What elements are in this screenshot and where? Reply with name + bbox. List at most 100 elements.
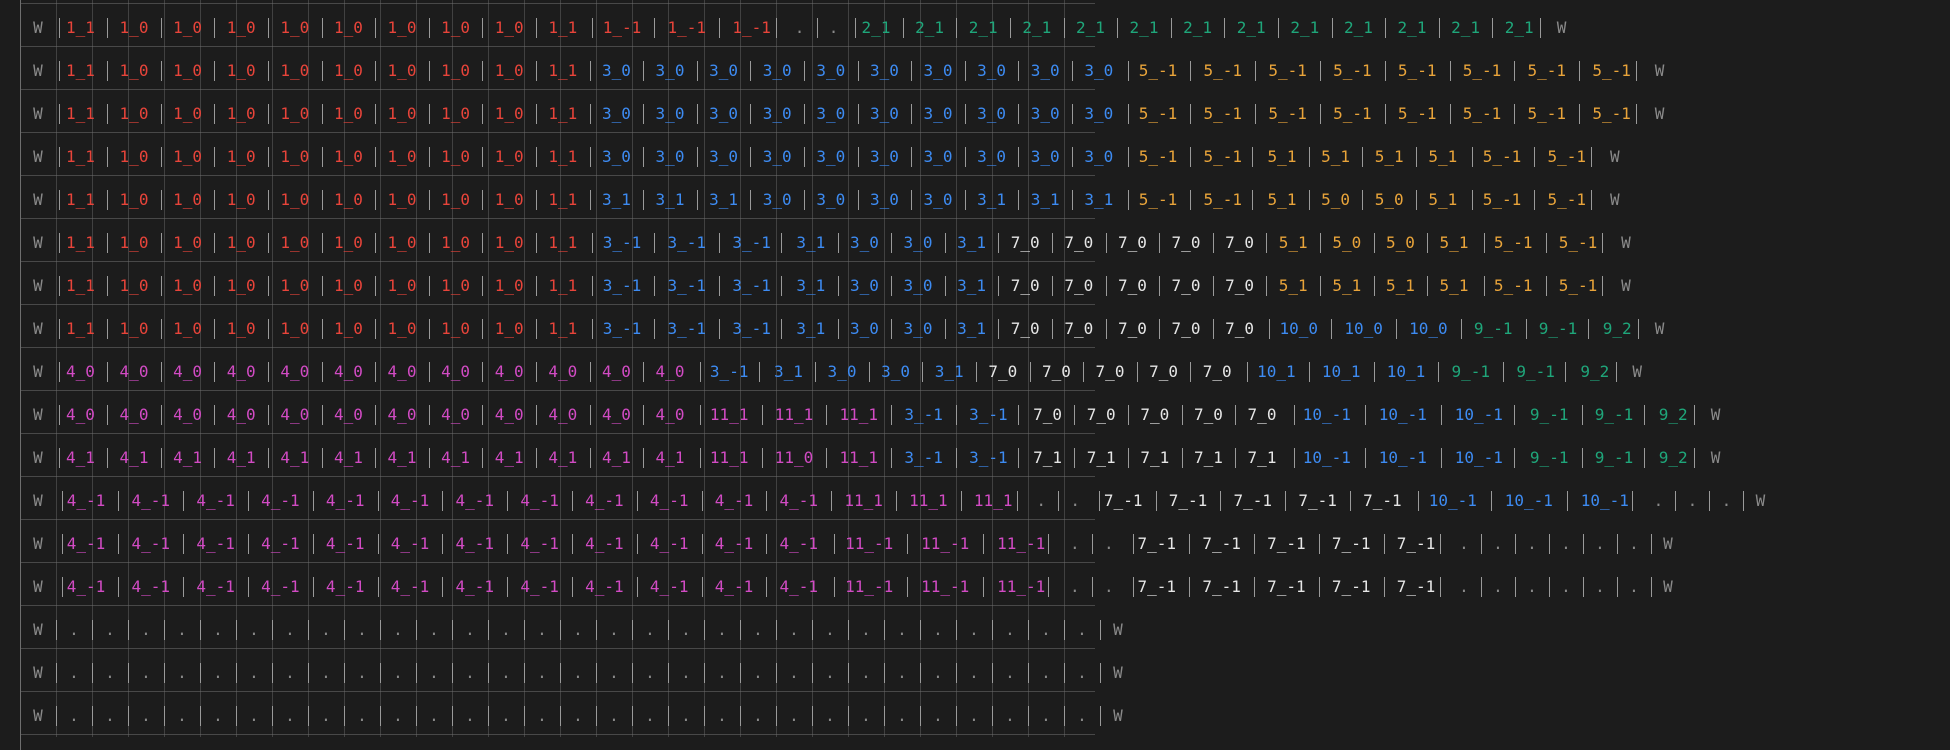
grid-cell: 4_-1 <box>455 491 495 510</box>
cell-separator <box>719 18 720 38</box>
cell-separator <box>702 534 703 554</box>
grid-cell: 4_1 <box>226 448 256 467</box>
cell-separator <box>1651 534 1652 554</box>
grid-cell: 3_0 <box>923 190 953 209</box>
grid-cell: 4_0 <box>226 405 256 424</box>
cell-separator <box>375 61 376 81</box>
grid-cell: 5_-1 <box>1138 104 1178 123</box>
empty-cell: . <box>1721 491 1732 510</box>
empty-cell: . <box>794 18 805 37</box>
grid-cell: 1_1 <box>548 104 578 123</box>
cell-separator <box>59 233 60 253</box>
grid-cell: 4_1 <box>441 448 471 467</box>
cell-separator <box>590 405 591 425</box>
grid-cell: 9_-1 <box>1529 448 1569 467</box>
cell-separator <box>1117 18 1118 38</box>
cell-separator <box>536 448 537 468</box>
cell-separator <box>704 620 705 640</box>
grid-cell: 10_-1 <box>1504 491 1553 510</box>
grid-cell: 1_1 <box>65 233 95 252</box>
cell-separator <box>1018 190 1019 210</box>
cell-separator <box>59 276 60 296</box>
grid-cell: 4_0 <box>655 362 685 381</box>
empty-cell: . <box>429 620 439 639</box>
grid-cell: 4_1 <box>333 448 363 467</box>
grid-cell: 4_-1 <box>779 491 819 510</box>
cell-separator <box>268 233 269 253</box>
cell-separator <box>313 534 314 554</box>
grid-cell: 5_0 <box>1374 190 1404 209</box>
grid-cell: 7_-1 <box>1267 534 1306 553</box>
grid-cell: 7_-1 <box>1298 491 1337 510</box>
cell-separator <box>482 18 483 38</box>
cell-separator <box>592 233 593 253</box>
grid-row: W............................. W <box>0 651 1950 694</box>
grid-cell: 5_-1 <box>1527 61 1567 80</box>
empty-cell: . <box>933 706 943 725</box>
grid-cell: 11_1 <box>839 405 879 424</box>
grid-cell: 5_-1 <box>1138 61 1178 80</box>
grid-cell: 4_-1 <box>66 491 106 510</box>
cell-separator <box>380 706 381 726</box>
cell-separator <box>750 190 751 210</box>
grid-horizontal-line <box>20 3 1095 4</box>
grid-cell: 5_-1 <box>1558 233 1598 252</box>
cell-separator <box>107 405 108 425</box>
grid-cell: 1_0 <box>494 61 524 80</box>
empty-cell: . <box>1459 534 1469 553</box>
grid-cell: 1_1 <box>65 61 95 80</box>
cell-separator <box>1106 233 1107 253</box>
grid-cell: 4_0 <box>65 362 95 381</box>
grid-cell: 2_1 <box>915 18 945 37</box>
cell-separator <box>62 534 63 554</box>
empty-cell: . <box>1005 663 1015 682</box>
grid-cell: 1_0 <box>280 276 310 295</box>
grid-cell: 4_-1 <box>131 534 171 553</box>
empty-cell: . <box>393 620 403 639</box>
grid-cell: 3_-1 <box>602 319 642 338</box>
grid-cell: 1_0 <box>280 104 310 123</box>
empty-cell: . <box>717 663 727 682</box>
grid-cell: 1_0 <box>333 147 363 166</box>
cell-separator <box>1269 319 1270 339</box>
cell-separator <box>375 104 376 124</box>
grid-cell: 3_0 <box>869 147 899 166</box>
grid-cell: 9_2 <box>1580 362 1610 381</box>
grid-cell: 7_0 <box>1202 362 1232 381</box>
grid-cell: 7_0 <box>1064 319 1094 338</box>
cell-separator <box>380 620 381 640</box>
cell-separator <box>322 190 323 210</box>
grid-cell: 5_-1 <box>1462 104 1502 123</box>
grid-cell: 4_0 <box>441 362 471 381</box>
grid-cell: 3_0 <box>903 319 933 338</box>
cell-separator <box>1018 405 1019 425</box>
cell-separator <box>702 577 703 597</box>
cell-separator <box>1546 233 1547 253</box>
cell-separator <box>1515 577 1516 597</box>
cell-separator <box>700 362 701 382</box>
cell-separator <box>1213 276 1214 296</box>
cell-separator <box>380 663 381 683</box>
cell-separator <box>838 319 839 339</box>
grid-cell: 1_0 <box>280 190 310 209</box>
grid-cell: 2_1 <box>1397 18 1427 37</box>
cell-separator <box>272 663 273 683</box>
cell-separator <box>1602 233 1603 253</box>
grid-cell: 2_1 <box>1343 18 1373 37</box>
grid-cell: 4_0 <box>548 362 578 381</box>
wall-cell: W <box>1113 706 1123 725</box>
cell-separator <box>590 362 591 382</box>
grid-cell: 3_0 <box>816 147 846 166</box>
empty-cell: . <box>501 620 511 639</box>
grid-cell: 3_-1 <box>904 405 943 424</box>
cell-separator <box>1385 61 1386 81</box>
grid-cell: 1_0 <box>387 61 417 80</box>
cell-separator <box>922 362 923 382</box>
cell-separator <box>572 491 573 511</box>
empty-cell: . <box>1041 706 1051 725</box>
cell-separator <box>214 319 215 339</box>
grid-cell: 4_0 <box>280 405 310 424</box>
empty-cell: . <box>393 706 403 725</box>
empty-cell: . <box>1070 491 1081 510</box>
cell-separator <box>700 405 701 425</box>
